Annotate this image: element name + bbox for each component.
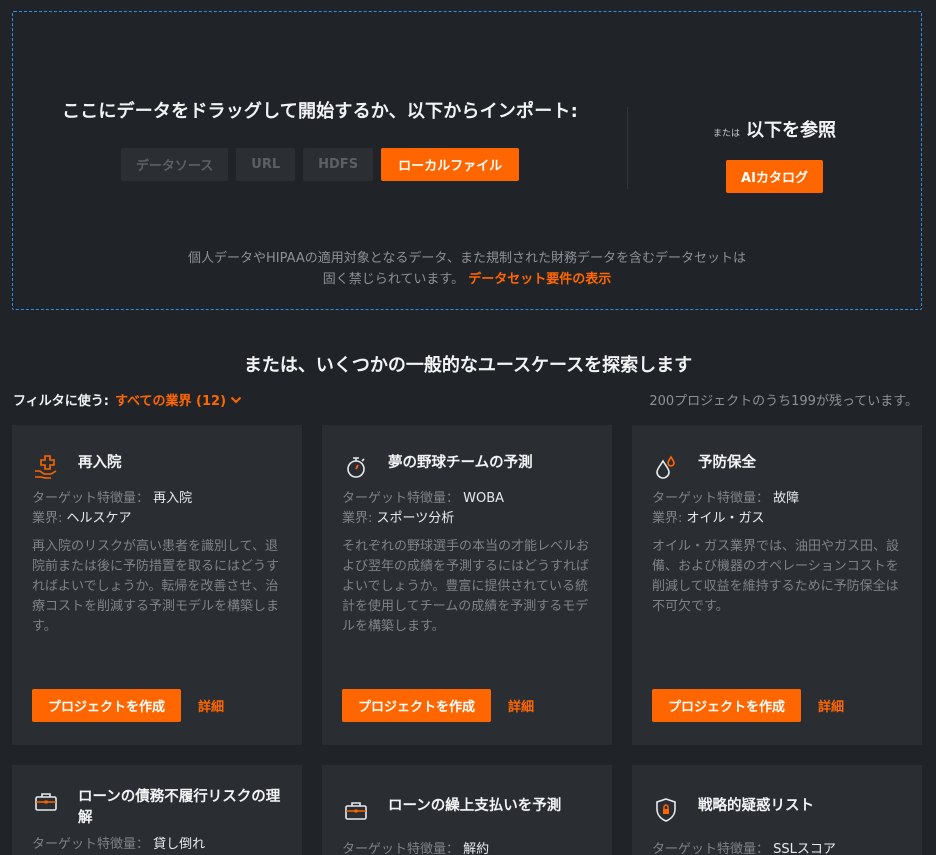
- stopwatch-icon: [347, 457, 365, 478]
- url-button[interactable]: URL: [236, 148, 296, 181]
- create-project-button[interactable]: プロジェクトを作成: [32, 689, 182, 722]
- target-value: 解約: [463, 842, 490, 855]
- usecase-card: ローンの債務不履行リスクの理解 ターゲット特徴量： 貸し倒れ: [12, 765, 302, 855]
- card-title: 予防保全: [698, 455, 756, 471]
- card-description: オイル・ガス業界では、油田やガス田、設備、および機器のオペレーションコストを削減…: [652, 539, 900, 614]
- hdfs-button[interactable]: HDFS: [303, 148, 374, 181]
- target-key: ターゲット特徴量：: [32, 491, 150, 506]
- usecase-card: ローンの繰上支払いを予測 ターゲット特徴量： 解約: [322, 765, 612, 855]
- target-value: WOBA: [463, 491, 505, 506]
- create-project-button[interactable]: プロジェクトを作成: [342, 689, 492, 722]
- card-description: それぞれの野球選手の本当の才能レベルおよび翌年の成績を予測するにはどうすればよい…: [342, 539, 590, 634]
- shield-lock-icon: [656, 798, 676, 822]
- target-key: ターゲット特徴量：: [652, 491, 770, 506]
- industry-key: 業界:: [342, 511, 373, 526]
- industry-value: スポーツ分析: [376, 511, 455, 526]
- briefcase-icon: [345, 802, 367, 820]
- usecases-title: または、いくつかの一般的なユースケースを探索します: [243, 355, 693, 376]
- card-title: 戦略的疑惑リスト: [698, 798, 814, 814]
- filter-label: フィルタに使う:: [13, 394, 109, 409]
- or-label: または: [712, 129, 740, 139]
- target-value: 貸し倒れ: [153, 837, 206, 852]
- drop-prompt: ここにデータをドラッグして開始するか、以下からインポート:: [61, 101, 579, 122]
- local-file-button[interactable]: ローカルファイル: [381, 148, 520, 181]
- filter-row: フィルタに使う: すべての業界 (12) 200プロジェクトのうち199が残って…: [13, 390, 918, 409]
- details-link[interactable]: 詳細: [818, 696, 844, 715]
- notice-line-1: 個人データやHIPAAの適用対象となるデータ、また規制された財務データを含むデー…: [188, 251, 746, 266]
- import-panel: ここにデータをドラッグして開始するか、以下からインポート: データソース URL…: [13, 97, 627, 181]
- medical-hand-icon: [35, 455, 57, 479]
- target-key: ターゲット特徴量：: [652, 842, 770, 855]
- ai-catalog-button[interactable]: AIカタログ: [726, 160, 823, 193]
- target-value: 再入院: [153, 491, 193, 506]
- data-notice: 個人データやHIPAAの適用対象となるデータ、また規制された財務データを含むデー…: [13, 248, 921, 290]
- dataset-requirements-link[interactable]: データセット要件の表示: [468, 272, 611, 287]
- card-title: ローンの繰上支払いを予測: [388, 798, 562, 814]
- oil-drops-icon: [656, 455, 675, 479]
- create-project-button[interactable]: プロジェクトを作成: [652, 689, 802, 722]
- target-key: ターゲット特徴量：: [342, 491, 460, 506]
- industry-key: 業界:: [32, 511, 63, 526]
- details-link[interactable]: 詳細: [198, 696, 224, 715]
- usecase-card: 夢の野球チームの予測 ターゲット特徴量： WOBA 業界: スポーツ分析 それぞ…: [322, 425, 612, 745]
- card-description: 再入院のリスクが高い患者を識別して、退院前または後に予防措置を取るにはどうすれば…: [32, 539, 280, 634]
- details-link[interactable]: 詳細: [508, 696, 534, 715]
- card-title: 夢の野球チームの予測: [388, 455, 533, 471]
- usecase-card: 再入院 ターゲット特徴量： 再入院 業界: ヘルスケア 再入院のリスクが高い患者…: [12, 425, 302, 745]
- target-key: ターゲット特徴量：: [342, 842, 460, 855]
- industry-filter-dropdown[interactable]: すべての業界 (12): [115, 390, 242, 409]
- notice-line-2: 固く禁じられています。: [322, 272, 465, 287]
- source-buttons: データソース URL HDFS ローカルファイル: [13, 148, 627, 181]
- briefcase-icon: [35, 793, 57, 811]
- data-source-button[interactable]: データソース: [120, 148, 229, 181]
- industry-value: ヘルスケア: [66, 511, 132, 526]
- target-key: ターゲット特徴量：: [32, 837, 150, 852]
- drop-zone[interactable]: ここにデータをドラッグして開始するか、以下からインポート: データソース URL…: [12, 11, 922, 310]
- industry-key: 業界:: [652, 511, 683, 526]
- project-count: 200プロジェクトのうち199が残っています。: [649, 394, 918, 409]
- card-title: ローンの債務不履行リスクの理解: [78, 789, 281, 826]
- browse-panel: または 以下を参照 AIカタログ: [628, 116, 921, 193]
- usecase-card: 戦略的疑惑リスト ターゲット特徴量： SSLスコア: [632, 765, 922, 855]
- usecase-card: 予防保全 ターゲット特徴量： 故障 業界: オイル・ガス オイル・ガス業界では、…: [632, 425, 922, 745]
- browse-label: 以下を参照: [746, 120, 836, 141]
- card-title: 再入院: [78, 455, 122, 471]
- filter-value: すべての業界 (12): [114, 394, 227, 409]
- target-value: SSLスコア: [773, 842, 836, 855]
- target-value: 故障: [773, 491, 800, 506]
- chevron-down-icon: [230, 396, 242, 403]
- industry-value: オイル・ガス: [686, 511, 765, 526]
